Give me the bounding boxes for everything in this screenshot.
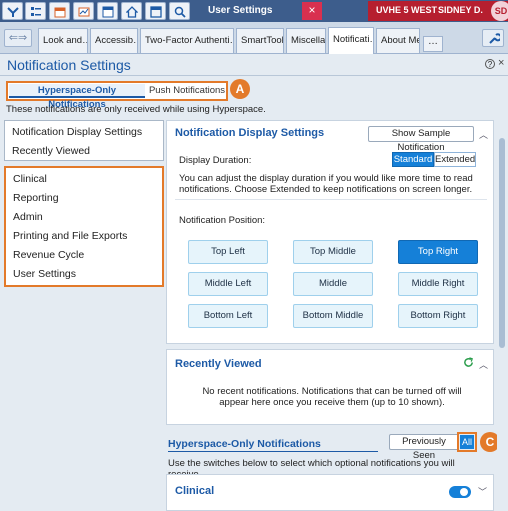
main-content: Notification Display Settings Show Sampl… <box>166 118 500 511</box>
position-top-left-button[interactable]: Top Left <box>188 240 268 264</box>
settings-tab-row: ⇐⇒ Look and… Accessib… Two-Factor Authen… <box>0 22 508 54</box>
tab-notifications[interactable]: Notificati… <box>328 27 374 54</box>
sidebar-item-reporting[interactable]: Reporting <box>13 192 59 204</box>
close-activity-button[interactable]: × <box>302 2 322 20</box>
help-icon[interactable]: ? <box>485 59 495 69</box>
clinical-card: Clinical ﹀ <box>166 474 494 511</box>
tab-push-notifications[interactable]: Push Notifications <box>148 84 226 98</box>
position-bottom-left-button[interactable]: Bottom Left <box>188 304 268 328</box>
sidebar-item-user-settings[interactable]: User Settings <box>13 268 76 280</box>
display-settings-card: Notification Display Settings Show Sampl… <box>166 120 494 344</box>
avatar[interactable]: SD <box>491 1 508 21</box>
filter-previously-seen-button[interactable]: Previously Seen <box>389 434 459 461</box>
position-middle-right-button[interactable]: Middle Right <box>398 272 478 296</box>
card-title: Notification Display Settings <box>175 127 325 139</box>
sidebar-item-admin[interactable]: Admin <box>13 211 43 223</box>
sidebar-item-clinical[interactable]: Clinical <box>13 173 47 185</box>
panel-icon[interactable] <box>97 2 118 20</box>
card-title: Clinical <box>175 485 215 497</box>
position-bottom-middle-button[interactable]: Bottom Middle <box>293 304 373 328</box>
back-forward-arrows-icon[interactable]: ⇐⇒ <box>4 29 32 47</box>
duration-help-text: You can adjust the display duration if y… <box>179 173 473 195</box>
section-heading: Hyperspace-Only Notifications <box>168 438 378 452</box>
wrench-icon[interactable] <box>482 29 504 47</box>
scrollbar-thumb[interactable] <box>499 138 505 348</box>
refresh-icon[interactable] <box>463 357 474 371</box>
epic-logo-icon[interactable] <box>2 2 23 20</box>
filter-all-highlight: All <box>457 432 477 452</box>
info-text: These notifications are only received wh… <box>6 104 266 115</box>
clinical-toggle[interactable] <box>449 486 471 498</box>
title-bar: User Settings × UVHE 5 WEST SIDNEY D. SD <box>0 0 508 22</box>
tab-about-me[interactable]: About Me <box>376 28 420 53</box>
tab-look-and-feel[interactable]: Look and… <box>38 28 88 53</box>
duration-standard-button[interactable]: Standard <box>392 152 434 167</box>
user-name: SIDNEY D. <box>438 5 483 15</box>
position-middle-button[interactable]: Middle <box>293 272 373 296</box>
show-sample-notification-button[interactable]: Show Sample Notification <box>368 126 474 153</box>
tab-smarttools[interactable]: SmartTools <box>236 28 284 53</box>
tab-two-factor-authentication[interactable]: Two-Factor Authenti… <box>140 28 234 53</box>
sidebar-group-section: Clinical Reporting Admin Printing and Fi… <box>4 166 164 287</box>
divider <box>175 199 487 200</box>
duration-label: Display Duration: <box>179 155 252 166</box>
position-bottom-right-button[interactable]: Bottom Right <box>398 304 478 328</box>
sidebar-item-notification-display-settings[interactable]: Notification Display Settings <box>12 126 142 138</box>
position-top-middle-button[interactable]: Top Middle <box>293 240 373 264</box>
department-label: UVHE 5 WEST <box>376 5 438 15</box>
close-icon[interactable]: × <box>498 57 504 69</box>
search-icon[interactable] <box>169 2 190 20</box>
callout-a-badge: A <box>230 79 250 99</box>
sidebar-item-printing-and-file-exports[interactable]: Printing and File Exports <box>13 230 127 242</box>
tab-miscellaneous[interactable]: Miscella… <box>286 28 326 53</box>
chart-icon[interactable] <box>73 2 94 20</box>
position-middle-left-button[interactable]: Middle Left <box>188 272 268 296</box>
card-title: Recently Viewed <box>175 358 262 370</box>
chevron-up-icon[interactable]: ︿ <box>479 358 488 371</box>
divider <box>0 75 508 76</box>
chevron-down-icon[interactable]: ﹀ <box>478 485 487 498</box>
duration-extended-button[interactable]: Extended <box>434 152 476 167</box>
home-icon[interactable] <box>121 2 142 20</box>
window-icon[interactable] <box>145 2 166 20</box>
notification-mode-tabs: Hyperspace-Only Notifications Push Notif… <box>6 81 228 110</box>
sidebar-top-section: Notification Display Settings Recently V… <box>4 120 164 161</box>
user-badge[interactable]: UVHE 5 WEST SIDNEY D. SD <box>368 1 508 21</box>
calendar-icon[interactable] <box>49 2 70 20</box>
tab-hyperspace-only[interactable]: Hyperspace-Only Notifications <box>9 84 145 110</box>
chevron-up-icon[interactable]: ︿ <box>479 128 488 141</box>
window-title: User Settings <box>208 5 273 16</box>
sidebar-item-revenue-cycle[interactable]: Revenue Cycle <box>13 249 84 261</box>
position-top-right-button[interactable]: Top Right <box>398 240 478 264</box>
position-label: Notification Position: <box>179 215 266 226</box>
list-icon[interactable] <box>25 2 46 20</box>
recently-viewed-card: Recently Viewed ︿ No recent notification… <box>166 349 494 425</box>
page-title: Notification Settings <box>7 57 131 73</box>
toggle-knob <box>460 488 468 496</box>
more-tabs-button[interactable]: … <box>423 36 443 52</box>
tab-accessibility[interactable]: Accessib… <box>90 28 138 53</box>
empty-state-text: No recent notifications. Notifications t… <box>202 386 462 408</box>
filter-all-button[interactable]: All <box>460 435 474 449</box>
sidebar-item-recently-viewed[interactable]: Recently Viewed <box>12 145 90 157</box>
